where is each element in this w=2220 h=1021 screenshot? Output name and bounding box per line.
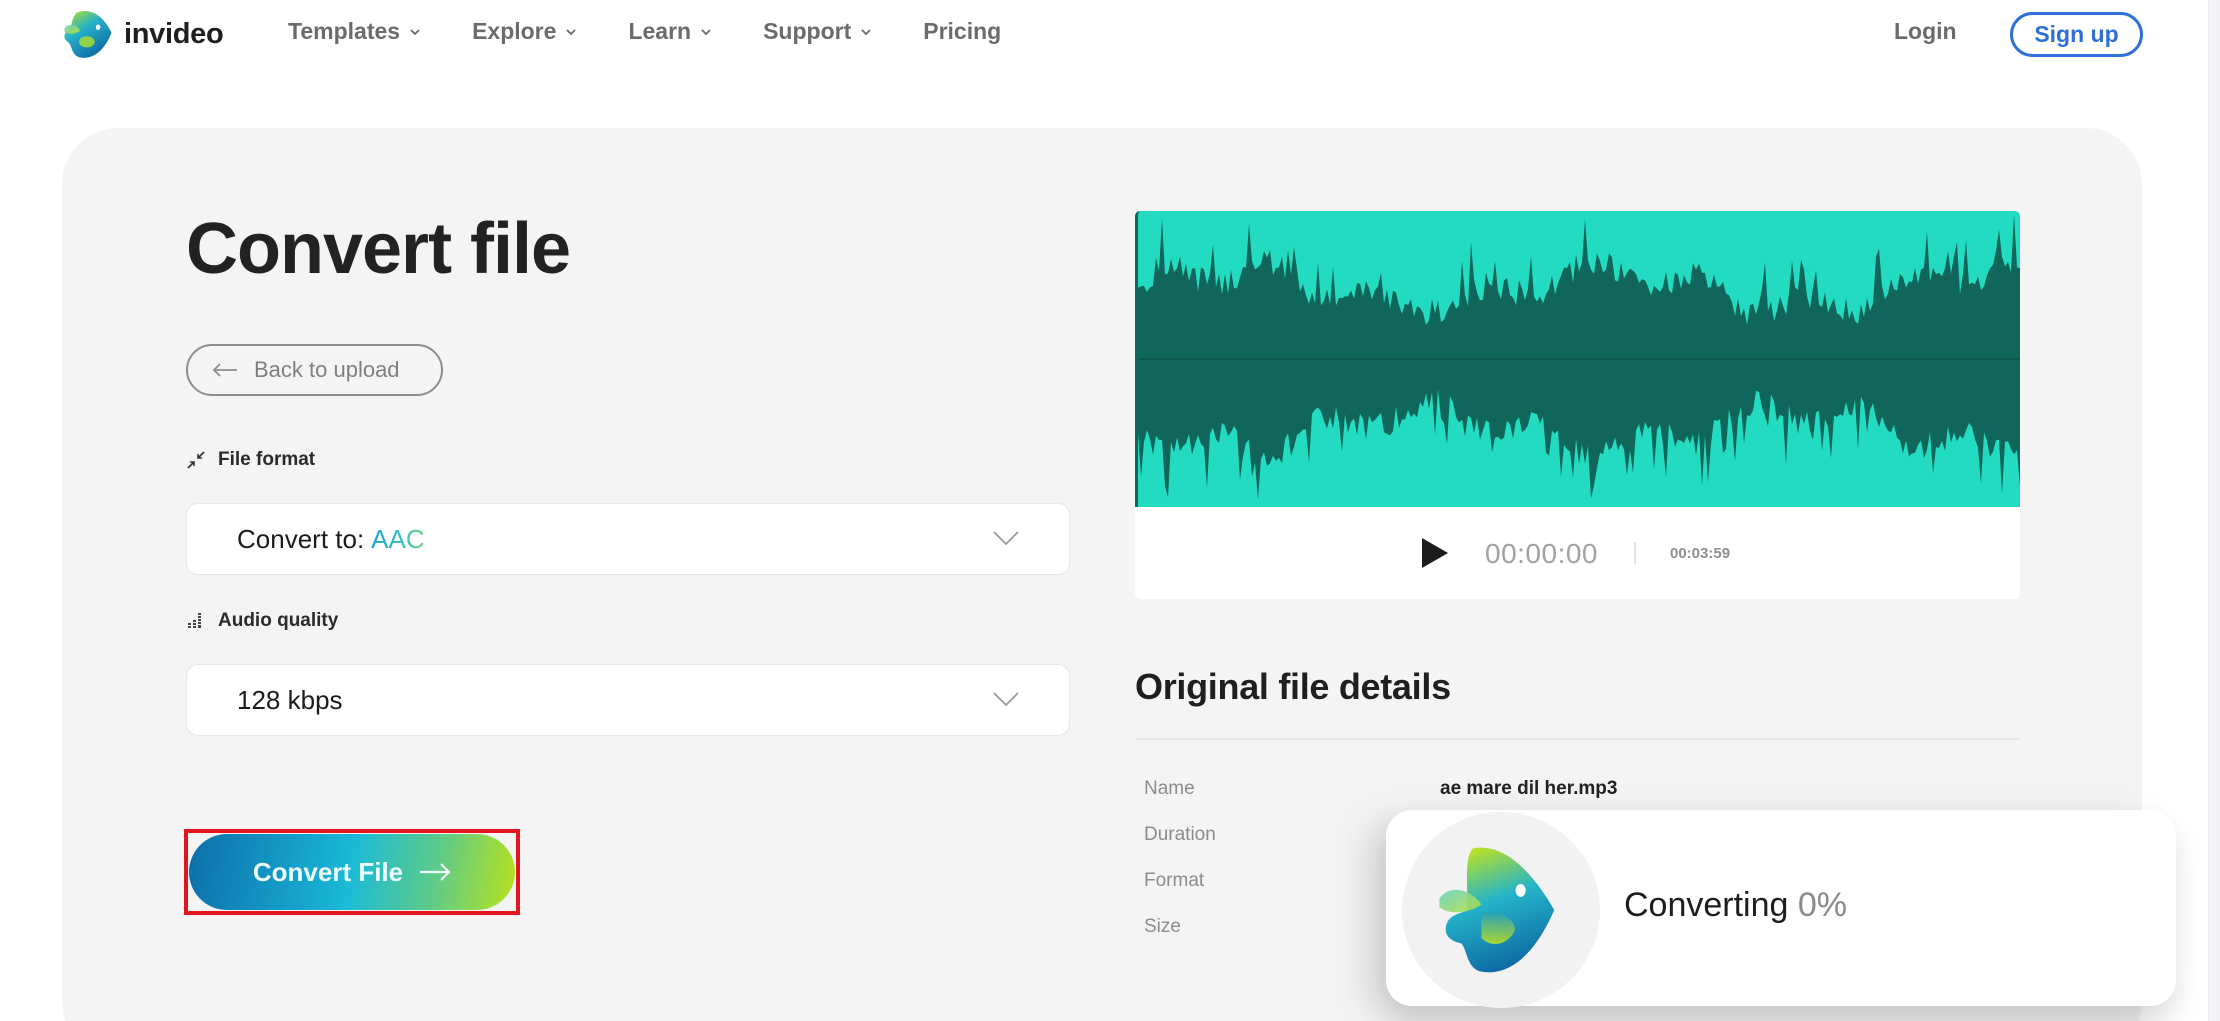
nav-label: Support <box>763 18 851 45</box>
login-link[interactable]: Login <box>1894 18 1957 45</box>
nav-learn[interactable]: Learn <box>628 18 713 45</box>
invideo-fish-icon <box>1431 840 1571 980</box>
total-time: 00:03:59 <box>1670 545 1730 562</box>
audio-quality-label: Audio quality <box>186 610 338 632</box>
chevron-down-icon <box>564 25 578 39</box>
detail-value-name: ae mare dil her.mp3 <box>1440 778 1617 800</box>
waveform-graphic <box>1138 211 2020 507</box>
nav-label: Explore <box>472 18 556 45</box>
audio-waveform[interactable] <box>1135 211 2020 507</box>
back-label: Back to upload <box>254 357 400 383</box>
converting-status: Converting 0% <box>1624 886 1847 925</box>
equalizer-icon <box>186 611 206 631</box>
page-scrollbar[interactable] <box>2208 0 2220 1021</box>
audio-quality-label-text: Audio quality <box>218 610 338 632</box>
play-icon[interactable] <box>1420 537 1450 569</box>
convert-label: Convert File <box>253 857 403 888</box>
waveform-shape <box>1138 214 2020 500</box>
detail-key-format: Format <box>1144 870 1204 892</box>
details-title: Original file details <box>1135 666 1451 708</box>
time-separator <box>1634 542 1636 564</box>
top-navigation: invideo Templates Explore Learn Support … <box>0 0 2208 68</box>
nav-explore[interactable]: Explore <box>472 18 578 45</box>
nav-label: Learn <box>628 18 691 45</box>
file-format-label: File format <box>186 449 315 471</box>
nav-label: Pricing <box>923 18 1001 45</box>
chevron-down-icon <box>859 25 873 39</box>
converting-label: Converting <box>1624 886 1788 924</box>
converting-percent: 0% <box>1798 886 1847 924</box>
current-time: 00:00:00 <box>1485 538 1598 570</box>
arrow-left-icon <box>212 363 238 377</box>
detail-key-size: Size <box>1144 916 1181 938</box>
chevron-down-icon <box>993 530 1019 546</box>
nav-pricing[interactable]: Pricing <box>923 18 1001 45</box>
back-to-upload-button[interactable]: Back to upload <box>186 344 443 396</box>
page-title: Convert file <box>186 208 570 290</box>
brand-name: invideo <box>124 18 223 51</box>
convert-file-button[interactable]: Convert File <box>189 834 515 910</box>
brand-logo[interactable]: invideo <box>60 6 223 62</box>
detail-key-duration: Duration <box>1144 824 1216 846</box>
chevron-down-icon <box>699 25 713 39</box>
signup-button[interactable]: Sign up <box>2010 12 2143 57</box>
arrow-right-icon <box>419 863 451 881</box>
chevron-down-icon <box>408 25 422 39</box>
detail-key-name: Name <box>1144 778 1195 800</box>
file-format-label-text: File format <box>218 449 315 471</box>
file-format-select[interactable]: Convert to: AAC <box>186 503 1070 575</box>
nav-label: Templates <box>288 18 400 45</box>
convert-to-prefix: Convert to: <box>237 524 364 555</box>
selected-quality: 128 kbps <box>237 685 343 716</box>
invideo-fish-icon <box>60 6 116 62</box>
chevron-down-icon <box>993 691 1019 707</box>
compress-arrows-icon <box>186 450 206 470</box>
details-divider <box>1135 738 2020 740</box>
nav-support[interactable]: Support <box>763 18 873 45</box>
nav-templates[interactable]: Templates <box>288 18 422 45</box>
toast-logo <box>1402 812 1600 1008</box>
main-nav: Templates Explore Learn Support Pricing <box>288 18 1051 45</box>
selected-format: AAC <box>371 524 424 555</box>
audio-quality-select[interactable]: 128 kbps <box>186 664 1070 736</box>
